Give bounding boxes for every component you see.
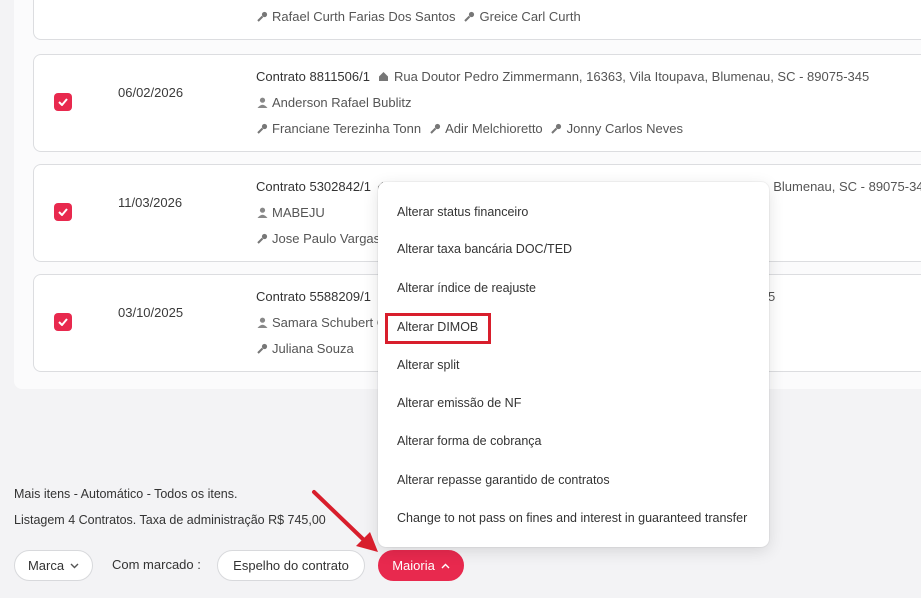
owner-line: MABEJU bbox=[256, 205, 325, 220]
contract-checkbox[interactable] bbox=[54, 203, 72, 221]
owner-name: Samara Schubert C bbox=[272, 315, 387, 330]
brand-button-label: Marca bbox=[27, 558, 65, 573]
contract-checkbox[interactable] bbox=[54, 93, 72, 111]
owner-line: Anderson Rafael Bublitz bbox=[256, 95, 411, 110]
contract-address-tail: 5 bbox=[768, 289, 775, 304]
key-icon bbox=[256, 343, 268, 355]
key-icon bbox=[429, 123, 441, 135]
check-icon bbox=[58, 208, 68, 216]
tenant-name: Franciane Terezinha Tonn bbox=[272, 121, 422, 136]
menu-item-billing-method[interactable]: Alterar forma de cobrança bbox=[397, 434, 542, 448]
person-icon bbox=[256, 207, 268, 219]
contract-line: Contrato 5588209/1 bbox=[256, 289, 393, 304]
owner-name: Anderson Rafael Bublitz bbox=[272, 95, 412, 110]
contract-address-tail: , Blumenau, SC - 89075-34 bbox=[766, 179, 921, 194]
more-actions-button[interactable]: Maioria bbox=[378, 550, 464, 581]
contract-line: Contrato 8811506/1 Rua Doutor Pedro Zimm… bbox=[256, 69, 869, 84]
with-checked-label: Com marcado : bbox=[112, 557, 201, 572]
tenants-line: Franciane Terezinha Tonn Adir Melchioret… bbox=[256, 121, 683, 136]
key-icon bbox=[256, 11, 268, 23]
tenant-name: Greice Carl Curth bbox=[479, 9, 581, 24]
highlight-box bbox=[385, 313, 491, 344]
contract-number[interactable]: Contrato 5302842/1 bbox=[256, 179, 371, 194]
contract-checkbox[interactable] bbox=[54, 313, 72, 331]
contract-address: , Blumenau, SC - 89075-34 bbox=[766, 179, 921, 194]
brand-button[interactable]: Marca bbox=[14, 550, 93, 581]
menu-item-nf-emission[interactable]: Alterar emissão de NF bbox=[397, 396, 521, 410]
contract-number[interactable]: Contrato 8811506/1 bbox=[256, 69, 370, 84]
menu-item-bank-fee[interactable]: Alterar taxa bancária DOC/TED bbox=[397, 242, 572, 256]
contract-address: 5 bbox=[768, 289, 776, 304]
items-info: Mais itens - Automático - Todos os itens… bbox=[14, 487, 238, 501]
person-icon bbox=[256, 317, 268, 329]
tenant-name: Jose Paulo Vargas C bbox=[272, 231, 394, 246]
red-arrow-icon bbox=[312, 490, 378, 552]
listing-summary: Listagem 4 Contratos. Taxa de administra… bbox=[14, 513, 326, 527]
key-icon bbox=[256, 123, 268, 135]
contract-address: Rua Doutor Pedro Zimmermann, 16363, Vila… bbox=[393, 69, 870, 84]
owner-line: Samara Schubert C bbox=[256, 315, 386, 330]
more-actions-menu: Alterar status financeiro Alterar taxa b… bbox=[378, 182, 769, 547]
tenant-name: Juliana Souza bbox=[272, 341, 354, 356]
more-actions-label: Maioria bbox=[392, 558, 435, 573]
menu-item-guaranteed-transfer[interactable]: Alterar repasse garantido de contratos bbox=[397, 473, 610, 487]
contract-mirror-label: Espelho do contrato bbox=[233, 558, 349, 573]
key-icon bbox=[256, 233, 268, 245]
owner-name: MABEJU bbox=[272, 205, 325, 220]
contract-line: Contrato 5302842/1 bbox=[256, 179, 393, 194]
contract-date: 03/10/2025 bbox=[118, 305, 184, 320]
tenant-name: Rafael Curth Farias Dos Santos bbox=[272, 9, 456, 24]
tenants-line: Juliana Souza bbox=[256, 341, 354, 356]
tenant-name: Adir Melchioretto bbox=[445, 121, 543, 136]
chevron-up-icon bbox=[441, 563, 450, 568]
menu-item-adjustment-index[interactable]: Alterar índice de reajuste bbox=[397, 281, 536, 295]
contract-card: Rafael Curth Farias Dos Santos Greice Ca… bbox=[33, 0, 921, 40]
home-icon bbox=[378, 71, 390, 83]
tenant-name: Jonny Carlos Neves bbox=[566, 121, 683, 136]
key-icon bbox=[464, 11, 476, 23]
person-icon bbox=[256, 97, 268, 109]
tenants-line: Rafael Curth Farias Dos Santos Greice Ca… bbox=[256, 9, 581, 24]
contract-date: 11/03/2026 bbox=[118, 195, 183, 210]
chevron-down-icon bbox=[70, 563, 79, 568]
contract-date: 06/02/2026 bbox=[118, 85, 184, 100]
contract-number[interactable]: Contrato 5588209/1 bbox=[256, 289, 371, 304]
tenants-line: Jose Paulo Vargas C bbox=[256, 231, 393, 246]
menu-item-split[interactable]: Alterar split bbox=[397, 358, 460, 372]
check-icon bbox=[58, 318, 68, 326]
menu-item-fines-interest[interactable]: Change to not pass on fines and interest… bbox=[397, 511, 747, 525]
key-icon bbox=[551, 123, 563, 135]
menu-item-financial-status[interactable]: Alterar status financeiro bbox=[397, 205, 528, 219]
contract-card[interactable]: 06/02/2026 Contrato 8811506/1 Rua Doutor… bbox=[33, 54, 921, 152]
check-icon bbox=[58, 98, 68, 106]
